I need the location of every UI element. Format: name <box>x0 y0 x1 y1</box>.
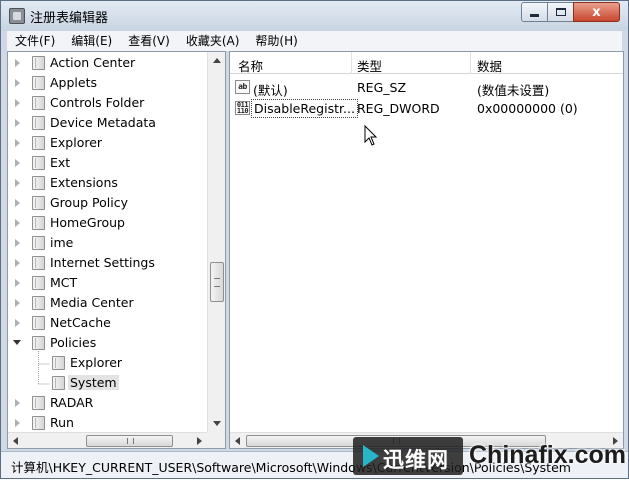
minimize-icon <box>530 13 539 17</box>
mouse-pointer-icon <box>364 125 378 146</box>
watermark-logo: 迅维网 Chinafix.com <box>353 435 629 480</box>
menu-favorites[interactable]: 收藏夹(A) <box>178 31 248 51</box>
menu-help[interactable]: 帮助(H) <box>247 31 305 51</box>
value-name: (默认) <box>253 83 288 98</box>
tree-vertical-scrollbar[interactable] <box>207 52 225 432</box>
maximize-icon <box>555 8 566 16</box>
regedit-app-icon <box>9 8 25 24</box>
minimize-button[interactable] <box>521 2 548 22</box>
value-data: 0x00000000 (0) <box>477 101 578 116</box>
tree-item-label: System <box>68 375 119 390</box>
column-divider[interactable] <box>470 52 471 74</box>
value-type: REG_SZ <box>357 80 407 95</box>
scroll-corner <box>207 432 225 448</box>
close-icon: x <box>592 4 601 20</box>
maximize-button[interactable] <box>547 2 574 22</box>
value-data: (数值未设置) <box>477 83 550 98</box>
value-row[interactable]: 011 110 DisableRegistr... REG_DWORD 0x00… <box>230 98 623 119</box>
arrow-icon <box>363 445 379 467</box>
window-title: 注册表编辑器 <box>30 11 109 26</box>
tree-connector-lines <box>38 351 50 385</box>
menu-edit[interactable]: 编辑(E) <box>63 31 120 51</box>
column-header-type[interactable]: 类型 <box>357 56 382 75</box>
title-bar[interactable]: 注册表编辑器 x <box>1 1 628 31</box>
menu-file[interactable]: 文件(F) <box>7 31 63 51</box>
list-header: 名称 类型 数据 <box>230 52 623 74</box>
close-button[interactable]: x <box>573 2 620 22</box>
scroll-left-icon[interactable] <box>235 437 240 445</box>
scroll-grip-icon[interactable] <box>210 262 224 302</box>
binary-value-icon: 011 110 <box>235 101 250 115</box>
menu-bar: 文件(F) 编辑(E) 查看(V) 收藏夹(A) 帮助(H) <box>7 31 622 51</box>
value-type: REG_DWORD <box>357 101 440 116</box>
tree-item-label: Explorer <box>70 355 123 370</box>
column-divider[interactable] <box>351 52 352 74</box>
watermark-zh: 迅维网 <box>383 448 449 472</box>
column-header-name[interactable]: 名称 <box>238 56 263 75</box>
tree-horizontal-scrollbar[interactable] <box>8 432 207 448</box>
registry-tree-pane[interactable]: Action Center Applets Controls Folder Devic… <box>7 51 226 449</box>
horizontal-scroll-thumb[interactable] <box>86 435 173 447</box>
watermark-en: Chinafix.com <box>469 441 626 469</box>
value-row[interactable]: ab (默认) REG_SZ (数值未设置) <box>230 77 623 98</box>
grip-icon <box>126 438 134 444</box>
values-list-pane[interactable]: 名称 类型 数据 ab (默认) REG_SZ (数值未设置) 011 110 … <box>229 51 624 449</box>
menu-view[interactable]: 查看(V) <box>120 31 178 51</box>
string-value-icon: ab <box>235 80 250 94</box>
scroll-down-icon[interactable] <box>213 421 221 426</box>
regedit-window: 注册表编辑器 x 文件(F) 编辑(E) 查看(V) 收藏夹(A) 帮助(H) … <box>0 0 629 479</box>
scroll-right-icon[interactable] <box>197 437 202 445</box>
scroll-left-icon[interactable] <box>13 437 18 445</box>
scroll-up-icon[interactable] <box>213 58 221 63</box>
value-name: DisableRegistr... <box>251 99 358 118</box>
column-header-data[interactable]: 数据 <box>477 56 502 75</box>
watermark-badge: 迅维网 <box>353 437 463 475</box>
